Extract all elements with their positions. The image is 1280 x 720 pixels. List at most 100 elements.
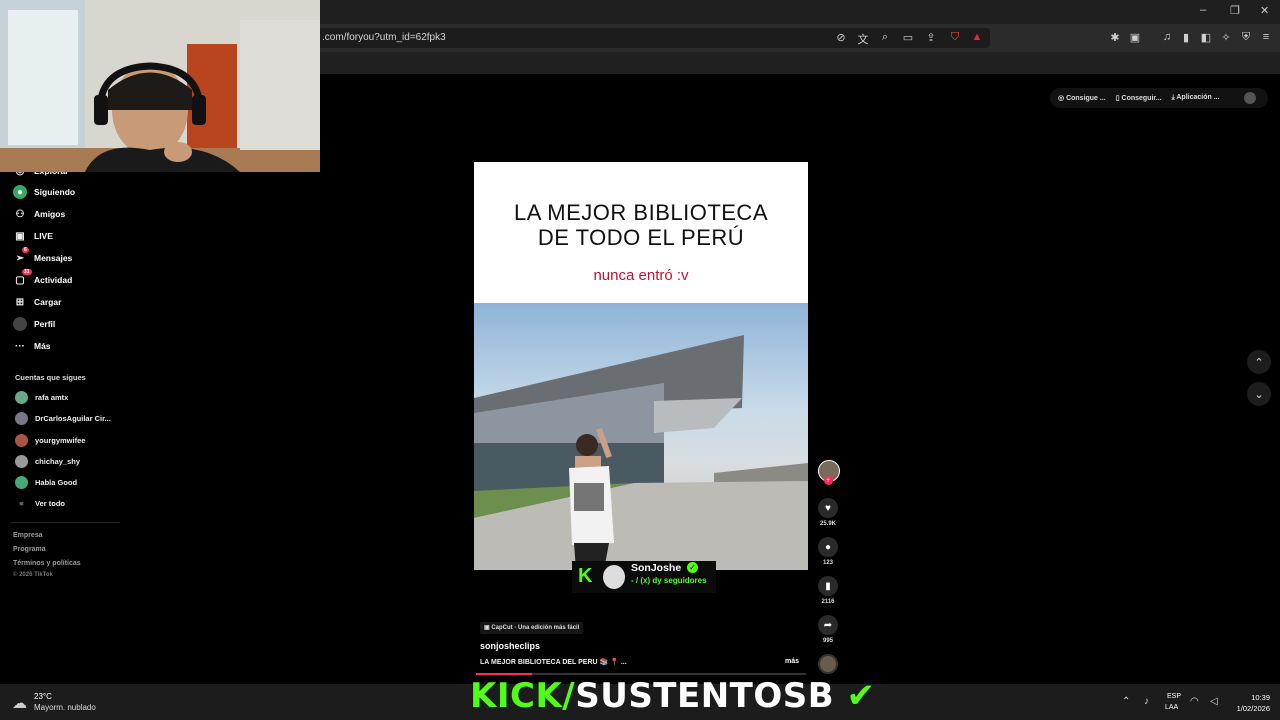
capcut-tag[interactable]: ▣ CapCut · Una edición más fácil: [480, 622, 584, 634]
like-count: 25.9K: [819, 521, 836, 527]
friends-icon: ⚇: [15, 208, 25, 220]
sound-disc[interactable]: [818, 654, 838, 674]
user-avatar[interactable]: [1243, 92, 1256, 104]
kick-followers-line: - / (x) dy seguidores: [631, 576, 707, 585]
more-icon: ···: [15, 340, 25, 352]
maximize-button[interactable]: ❐: [1230, 4, 1240, 17]
following-account[interactable]: Habla Good: [15, 476, 77, 489]
tray-overflow-icon[interactable]: ⌃: [1122, 696, 1130, 707]
following-heading: Cuentas que sigues: [15, 373, 86, 382]
banner-channel-name: SUSTENTOSB: [575, 676, 835, 716]
next-video-button[interactable]: ⌄: [1247, 382, 1271, 406]
translate-off-icon[interactable]: ⊘: [834, 31, 848, 44]
see-all-link[interactable]: ≡ Ver todo: [15, 499, 65, 508]
comment-button[interactable]: ● 123: [818, 537, 838, 566]
input-language[interactable]: ESP: [1167, 693, 1181, 700]
follow-plus-icon[interactable]: +: [823, 476, 833, 485]
sidebar-item-mas[interactable]: ··· Más: [13, 339, 51, 353]
save-button[interactable]: ▮ 2116: [818, 576, 838, 605]
sidebar-divider: [10, 522, 120, 523]
media-icon[interactable]: ♫: [1160, 31, 1174, 43]
close-button[interactable]: ✕: [1260, 4, 1269, 17]
wifi-icon[interactable]: ◠: [1190, 696, 1199, 707]
zoom-icon[interactable]: ⌕: [878, 31, 892, 44]
like-button[interactable]: ♥ 25.9K: [818, 498, 838, 527]
url-text[interactable]: .com/foryou?utm_id=62fpk3: [322, 32, 446, 43]
sidebar-item-cargar[interactable]: ⊞ Cargar: [13, 295, 62, 309]
weather-description[interactable]: Mayorm. nublado: [34, 703, 96, 712]
share-count: 995: [822, 638, 833, 644]
heart-icon: ♥: [818, 498, 838, 518]
keyboard-layout[interactable]: LAA: [1165, 704, 1178, 711]
share-icon[interactable]: ⇪: [924, 31, 938, 44]
top-actions: ◎ Consigue ... ▯ Conseguir... ⤓ Aplicaci…: [1050, 88, 1268, 108]
vpn-icon[interactable]: ⛨: [1239, 31, 1253, 44]
weather-temperature[interactable]: 23°C: [34, 692, 52, 701]
avatar: [15, 391, 28, 404]
kick-streamer-name: SonJoshe: [631, 562, 682, 574]
sidebar-item-siguiendo[interactable]: ● Siguiendo: [13, 185, 75, 199]
profile-icon: [13, 317, 27, 331]
creator-avatar[interactable]: +: [818, 460, 840, 485]
sidebar-item-amigos[interactable]: ⚇ Amigos: [13, 207, 66, 221]
chevron-down-icon: ⌄: [1254, 388, 1264, 401]
following-account[interactable]: chichay_shy: [15, 455, 80, 468]
comment-count: 123: [822, 560, 833, 566]
cast-icon[interactable]: ▭: [901, 31, 915, 44]
download-app-button[interactable]: ⤓ Aplicación ...: [1172, 94, 1220, 102]
more-button[interactable]: más: [785, 658, 799, 665]
menu-icon[interactable]: ≡: [1259, 31, 1273, 43]
footer-link-empresa[interactable]: Empresa: [13, 532, 43, 539]
get-coins-button[interactable]: ◎ Consigue ...: [1058, 94, 1106, 102]
video-subtitle: nunca entró :v: [593, 267, 689, 284]
verified-icon: ✓: [687, 562, 698, 573]
following-account[interactable]: yourgymwifee: [15, 434, 85, 447]
previous-video-button[interactable]: ⌃: [1247, 350, 1271, 374]
live-icon: ▣: [15, 230, 25, 242]
sidebar-item-perfil[interactable]: Perfil: [13, 317, 55, 331]
sidebar-item-actividad[interactable]: ▢ 31 Actividad: [13, 269, 72, 287]
clock-date[interactable]: 1/02/2026: [1228, 704, 1270, 713]
list-icon: ≡: [19, 499, 24, 508]
leo-ai-icon[interactable]: ✧: [1219, 31, 1233, 44]
avatar: [15, 476, 28, 489]
translate-icon[interactable]: 文: [856, 31, 870, 47]
kick-logo: K: [578, 565, 593, 587]
sidebar-item-mensajes[interactable]: ➢ 6 Mensajes: [13, 247, 72, 265]
microphone-icon[interactable]: ♪: [1144, 696, 1149, 707]
volume-icon[interactable]: ◁: [1210, 696, 1218, 707]
get-app-button[interactable]: ▯ Conseguir...: [1116, 94, 1162, 102]
share-button[interactable]: ➦ 995: [818, 615, 838, 644]
messages-badge: 6: [22, 247, 29, 253]
sidebar-item-live[interactable]: ▣ LIVE: [13, 229, 53, 243]
video-progress-bar[interactable]: [476, 673, 806, 675]
sidebar-icon[interactable]: ▮: [1179, 31, 1193, 44]
banner-kick-text: KICK/: [470, 676, 576, 716]
clock-time[interactable]: 10:39: [1228, 693, 1270, 702]
weather-cloud-icon: ☁: [12, 695, 27, 712]
following-account[interactable]: DrCarlosAguilar Cir...: [15, 412, 111, 425]
avatar: [15, 412, 28, 425]
rewards-icon[interactable]: ▲: [970, 31, 984, 43]
minimize-button[interactable]: –: [1200, 4, 1206, 16]
streamer-avatar: [603, 565, 625, 589]
video-player[interactable]: LA MEJOR BIBLIOTECA DE TODO EL PERÚ nunc…: [474, 162, 808, 570]
video-description: LA MEJOR BIBLIOTECA DEL PERU 📚 📍 ...: [480, 659, 627, 666]
following-account[interactable]: rafa amtx: [15, 391, 68, 404]
video-title-line1: LA MEJOR BIBLIOTECA: [513, 200, 768, 225]
brave-shield-icon[interactable]: ⛉: [948, 31, 962, 44]
extensions-icon[interactable]: ✱: [1108, 31, 1122, 44]
avatar: [15, 455, 28, 468]
following-icon: ●: [13, 185, 27, 199]
activity-icon: ▢ 31: [15, 269, 32, 286]
comment-icon: ●: [818, 537, 838, 557]
bookmark-icon: ▮: [818, 576, 838, 596]
wallet-icon[interactable]: ◧: [1199, 31, 1213, 44]
video-author[interactable]: sonjosheclips: [480, 641, 540, 651]
footer-link-programa[interactable]: Programa: [13, 546, 46, 553]
footer-link-terminos[interactable]: Términos y políticas: [13, 560, 81, 567]
copyright: © 2026 TikTok: [13, 572, 53, 578]
screenshot-icon[interactable]: ▣: [1128, 31, 1142, 44]
music-disc-icon: [818, 654, 838, 674]
share-arrow-icon: ➦: [818, 615, 838, 635]
